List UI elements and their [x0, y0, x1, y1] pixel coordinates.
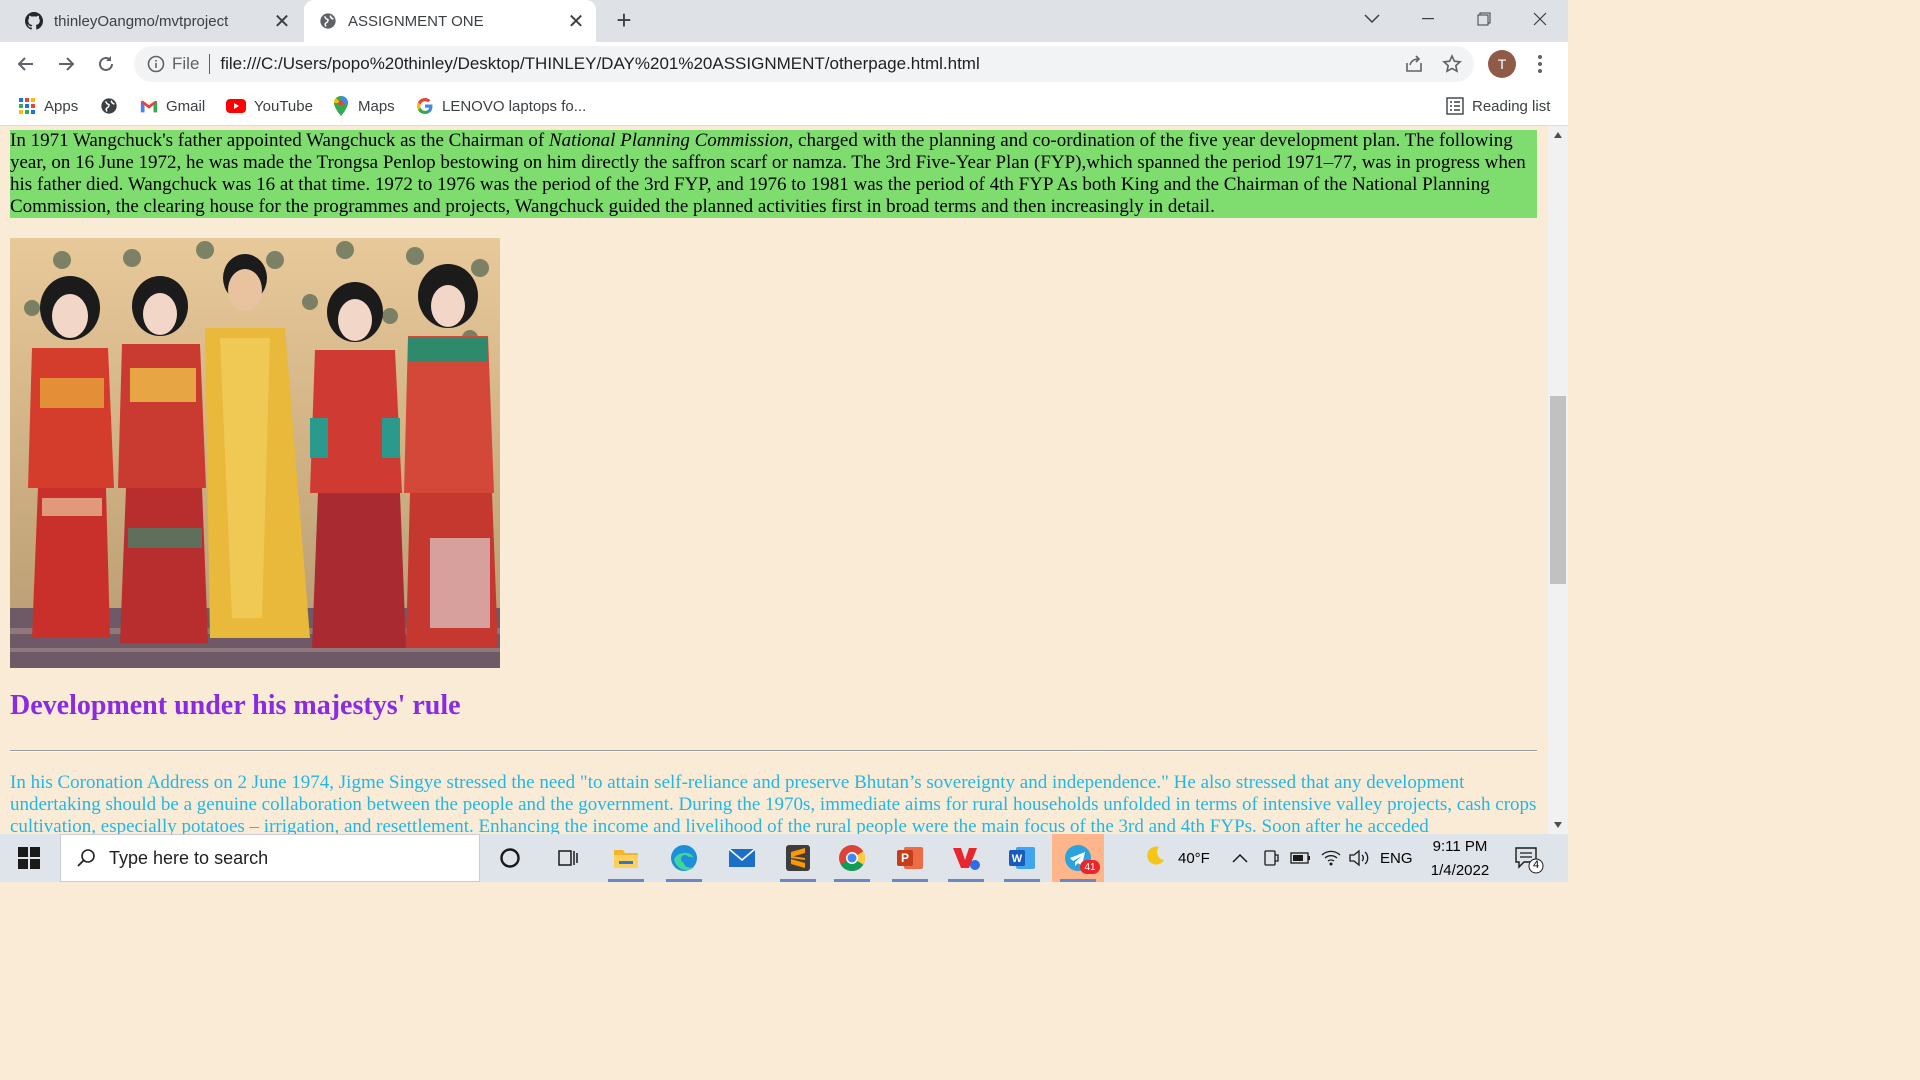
body-paragraph: In his Coronation Address on 2 June 1974… — [10, 772, 1537, 834]
windows-start-button[interactable] — [0, 834, 58, 882]
bookmark-label: Gmail — [166, 97, 206, 115]
sublime-text-icon[interactable] — [772, 834, 824, 882]
tab-title: thinleyOangmo/mvtproject — [54, 12, 229, 30]
reload-button[interactable] — [90, 48, 122, 80]
info-icon[interactable] — [146, 54, 166, 74]
tab-strip: thinleyOangmo/mvtproject ✕ ASSIGNMENT ON… — [0, 0, 1568, 42]
windows-logo-icon — [18, 847, 40, 869]
profile-avatar[interactable]: T — [1488, 50, 1516, 78]
taskbar-search-box[interactable]: Type here to search — [60, 834, 480, 882]
search-placeholder: Type here to search — [109, 847, 269, 868]
telegram-badge: 41 — [1080, 860, 1100, 874]
bookmark-label: Apps — [44, 97, 79, 115]
url-text[interactable]: file:///C:/Users/popo%20thinley/Desktop/… — [220, 54, 979, 74]
globe-icon — [100, 97, 118, 115]
menu-icon[interactable] — [1530, 50, 1550, 78]
royal-family-photo — [10, 238, 500, 668]
clock-date: 1/4/2022 — [1430, 862, 1490, 879]
reading-list-button[interactable]: Reading list — [1446, 92, 1550, 120]
scroll-up-arrow-icon[interactable] — [1548, 126, 1568, 144]
system-clock[interactable]: 9:11 PM 1/4/2022 — [1414, 836, 1506, 882]
close-window-button[interactable] — [1512, 0, 1568, 38]
share-icon[interactable] — [1400, 50, 1428, 78]
scroll-thumb[interactable] — [1550, 396, 1566, 584]
device-icon[interactable] — [1262, 834, 1280, 882]
reading-list-icon — [1446, 97, 1464, 115]
scheme-label: File — [172, 54, 200, 73]
restore-button[interactable] — [1456, 0, 1512, 38]
page-scrollbar[interactable] — [1548, 126, 1568, 834]
weather-widget[interactable]: 40°F — [1144, 834, 1210, 882]
battery-icon[interactable] — [1290, 834, 1312, 882]
clock-time: 9:11 PM — [1432, 838, 1488, 855]
bookmark-gmail[interactable]: Gmail — [140, 92, 205, 120]
bookmark-star-icon[interactable] — [1438, 50, 1466, 78]
maps-pin-icon — [332, 96, 350, 116]
tab-search-chevron-icon[interactable] — [1344, 0, 1400, 38]
edge-icon[interactable] — [658, 834, 710, 882]
bookmark-label: YouTube — [254, 97, 313, 115]
chrome-icon[interactable] — [826, 834, 878, 882]
telegram-icon[interactable]: 41 — [1052, 834, 1104, 882]
page-viewport: In 1971 Wangchuck's father appointed Wan… — [0, 126, 1548, 834]
language-indicator[interactable]: ENG — [1380, 834, 1413, 882]
scroll-down-arrow-icon[interactable] — [1548, 816, 1568, 834]
close-icon[interactable]: ✕ — [564, 9, 588, 33]
tab-title: ASSIGNMENT ONE — [348, 12, 484, 30]
powerpoint-icon[interactable]: P — [884, 834, 936, 882]
google-icon — [416, 97, 434, 115]
windows-taskbar: Type here to search P W 41 40°F ENG 9:11… — [0, 834, 1568, 882]
task-view-icon[interactable] — [542, 834, 594, 882]
bookmarks-bar: Apps Gmail YouTube Maps LENOVO laptops f… — [0, 86, 1568, 126]
bookmark-apps[interactable]: Apps — [18, 92, 78, 120]
github-icon — [24, 11, 44, 31]
minimize-button[interactable] — [1400, 0, 1456, 38]
youtube-icon — [226, 97, 246, 115]
search-icon — [75, 847, 97, 869]
back-button[interactable] — [10, 48, 42, 80]
cortana-icon[interactable] — [484, 834, 536, 882]
show-hidden-icons-chevron-icon[interactable] — [1232, 834, 1248, 882]
wps-writer-icon[interactable] — [940, 834, 992, 882]
bookmark-label: LENOVO laptops fo... — [442, 97, 587, 115]
address-bar[interactable]: File file:///C:/Users/popo%20thinley/Des… — [134, 46, 1474, 82]
gmail-icon — [140, 97, 158, 115]
highlighted-paragraph: In 1971 Wangchuck's father appointed Wan… — [10, 130, 1537, 218]
close-icon[interactable]: ✕ — [270, 9, 294, 33]
file-explorer-icon[interactable] — [600, 834, 652, 882]
wifi-icon[interactable] — [1320, 834, 1342, 882]
globe-icon — [318, 11, 338, 31]
bookmark-globe[interactable] — [100, 92, 126, 120]
svg-text:P: P — [901, 851, 909, 865]
bookmark-maps[interactable]: Maps — [332, 92, 395, 120]
mail-icon[interactable] — [716, 834, 768, 882]
paragraph-text: In 1971 Wangchuck's father appointed Wan… — [10, 130, 549, 151]
notification-center-button[interactable]: 4 — [1512, 844, 1546, 874]
notification-count: 4 — [1532, 859, 1540, 871]
bookmark-label: Maps — [358, 97, 395, 115]
section-heading: Development under his majestys' rule — [10, 690, 461, 721]
moon-icon — [1144, 845, 1166, 871]
apps-grid-icon — [18, 97, 36, 115]
reading-list-label: Reading list — [1472, 97, 1551, 115]
new-tab-button[interactable]: + — [610, 5, 638, 35]
tab-assignment-one[interactable]: ASSIGNMENT ONE ✕ — [304, 0, 596, 42]
bookmark-youtube[interactable]: YouTube — [226, 92, 313, 120]
volume-icon[interactable] — [1348, 834, 1370, 882]
browser-toolbar: File file:///C:/Users/popo%20thinley/Des… — [0, 42, 1568, 86]
svg-text:W: W — [1012, 853, 1023, 865]
bookmark-lenovo[interactable]: LENOVO laptops fo... — [416, 92, 586, 120]
tab-github[interactable]: thinleyOangmo/mvtproject ✕ — [10, 0, 302, 42]
forward-button[interactable] — [50, 48, 82, 80]
emphasis-text: National Planning Commission — [548, 130, 789, 151]
weather-temp: 40°F — [1178, 849, 1210, 867]
horizontal-rule — [10, 750, 1537, 752]
divider — [209, 54, 211, 74]
word-icon[interactable]: W — [996, 834, 1048, 882]
